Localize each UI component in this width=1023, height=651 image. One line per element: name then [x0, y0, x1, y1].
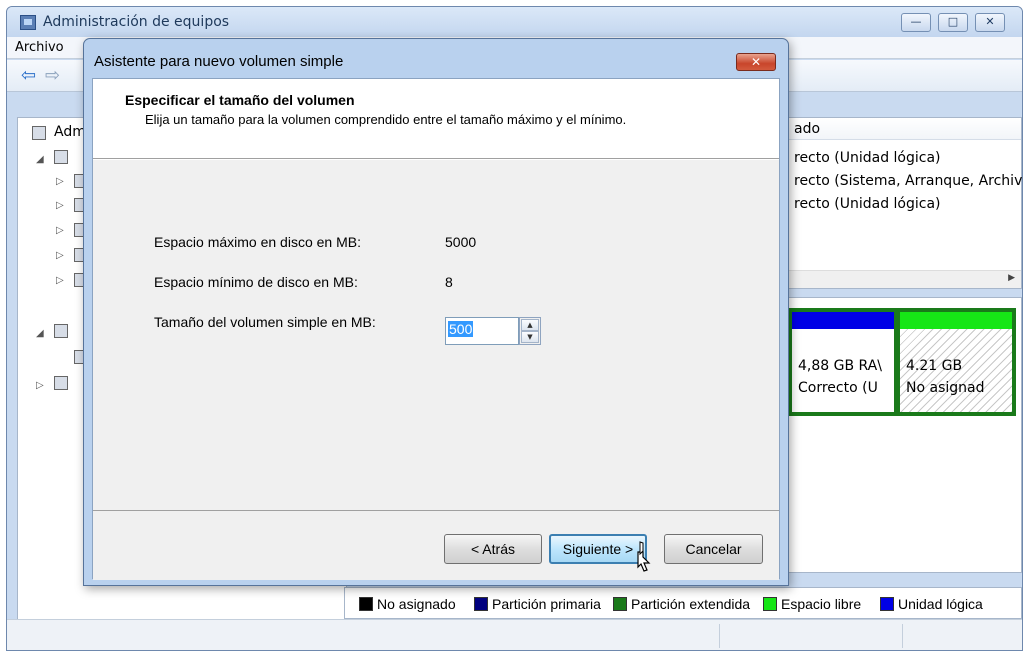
expand-arrow-icon[interactable]: ▷	[56, 176, 64, 187]
unallocated-status: No asignad	[906, 380, 985, 396]
wizard-heading: Especificar el tamaño del volumen	[125, 92, 355, 108]
logical-volume-bar	[792, 312, 894, 329]
spin-down-icon[interactable]: ▼	[521, 331, 539, 343]
computer-management-icon	[20, 15, 36, 30]
wizard-title: Asistente para nuevo volumen simple	[94, 53, 344, 70]
expand-arrow-icon[interactable]: ▷	[36, 380, 44, 391]
volume-status: Correcto (U	[798, 380, 878, 396]
expand-arrow-icon[interactable]: ▷	[56, 250, 64, 261]
expand-arrow-icon[interactable]: ▷	[56, 200, 64, 211]
legend-item: Espacio libre	[763, 596, 861, 612]
legend-swatch	[880, 597, 894, 611]
volume-list: ado recto (Unidad lógica) recto (Sistema…	[777, 117, 1022, 289]
menu-archivo[interactable]: Archivo	[15, 40, 64, 55]
legend-swatch	[359, 597, 373, 611]
computer-icon	[32, 126, 46, 140]
list-column-header[interactable]: ado	[778, 118, 1021, 140]
back-button[interactable]: < Atrás	[444, 534, 542, 564]
legend-label: Unidad lógica	[898, 596, 983, 612]
expand-arrow-icon[interactable]: ▷	[56, 275, 64, 286]
volume-row[interactable]: recto (Sistema, Arranque, Archiv	[794, 173, 1022, 189]
legend-item: Partición primaria	[474, 596, 601, 612]
disk-legend: No asignado Partición primaria Partición…	[344, 587, 1022, 619]
services-icon	[54, 376, 68, 390]
wizard-title-bar[interactable]: Asistente para nuevo volumen simple ✕	[84, 39, 788, 77]
volume-row[interactable]: recto (Unidad lógica)	[794, 196, 941, 212]
volume-row[interactable]: recto (Unidad lógica)	[794, 150, 941, 166]
next-button[interactable]: Siguiente >	[549, 534, 647, 564]
legend-item: No asignado	[359, 596, 456, 612]
horizontal-scrollbar[interactable]: ▶	[778, 270, 1021, 288]
wizard-close-button[interactable]: ✕	[736, 53, 776, 71]
collapse-arrow-icon[interactable]: ◢	[36, 154, 44, 165]
min-space-value: 8	[445, 274, 453, 290]
wizard-body: Espacio máximo en disco en MB: 5000 Espa…	[93, 160, 779, 510]
status-divider	[719, 624, 720, 648]
main-window-title: Administración de equipos	[43, 14, 230, 30]
volume-size: 4,88 GB RA\	[798, 358, 882, 374]
wizard-client-area: Especificar el tamaño del volumen Elija …	[92, 78, 780, 580]
new-simple-volume-wizard: Asistente para nuevo volumen simple ✕ Es…	[83, 38, 789, 586]
status-column-header: ado	[794, 121, 821, 137]
volume-size-label: Tamaño del volumen simple en MB:	[154, 314, 376, 330]
max-space-value: 5000	[445, 234, 477, 250]
maximize-button[interactable]: □	[938, 13, 968, 32]
wizard-footer: < Atrás Siguiente > Cancelar	[93, 510, 779, 580]
wizard-subtitle: Elija un tamaño para la volumen comprend…	[145, 112, 627, 127]
free-space-bar	[900, 312, 1012, 329]
legend-label: Partición primaria	[492, 596, 601, 612]
status-divider	[902, 624, 903, 648]
scroll-right-icon[interactable]: ▶	[1008, 273, 1015, 283]
wizard-header: Especificar el tamaño del volumen Elija …	[93, 79, 779, 159]
cancel-button[interactable]: Cancelar	[664, 534, 763, 564]
minimize-button[interactable]: —	[901, 13, 931, 32]
legend-item: Partición extendida	[613, 596, 750, 612]
legend-swatch	[613, 597, 627, 611]
logical-volume[interactable]: 4,88 GB RA\ Correcto (U	[792, 312, 894, 412]
volume-size-value: 500	[448, 321, 474, 337]
extended-partition: 4,88 GB RA\ Correcto (U 4.21 GB No asign…	[788, 308, 1016, 416]
expand-arrow-icon[interactable]: ▷	[56, 225, 64, 236]
unallocated-space[interactable]: 4.21 GB No asignad	[900, 312, 1012, 412]
mouse-pointer-icon	[637, 541, 651, 572]
legend-label: No asignado	[377, 596, 456, 612]
back-arrow-icon[interactable]: ⇦	[21, 67, 36, 85]
main-title-bar[interactable]: Administración de equipos — □ ✕	[7, 7, 1022, 37]
volume-size-input[interactable]: 500	[445, 317, 519, 345]
legend-label: Partición extendida	[631, 596, 751, 612]
disk-graphical-view: 4,88 GB RA\ Correcto (U 4.21 GB No asign…	[777, 297, 1022, 573]
collapse-arrow-icon[interactable]: ◢	[36, 328, 44, 339]
min-space-label: Espacio mínimo de disco en MB:	[154, 274, 358, 290]
legend-swatch	[763, 597, 777, 611]
storage-icon	[54, 324, 68, 338]
status-bar	[7, 619, 1022, 650]
spin-up-icon[interactable]: ▲	[521, 319, 539, 331]
legend-item: Unidad lógica	[880, 596, 983, 612]
tools-icon	[54, 150, 68, 164]
max-space-label: Espacio máximo en disco en MB:	[154, 234, 361, 250]
legend-swatch	[474, 597, 488, 611]
unallocated-size: 4.21 GB	[906, 358, 963, 374]
forward-arrow-icon[interactable]: ⇨	[45, 67, 60, 85]
volume-size-spinner[interactable]: ▲ ▼	[519, 317, 541, 345]
tree-root-label[interactable]: Adm	[54, 124, 86, 140]
legend-label: Espacio libre	[781, 596, 862, 612]
close-button[interactable]: ✕	[975, 13, 1005, 32]
